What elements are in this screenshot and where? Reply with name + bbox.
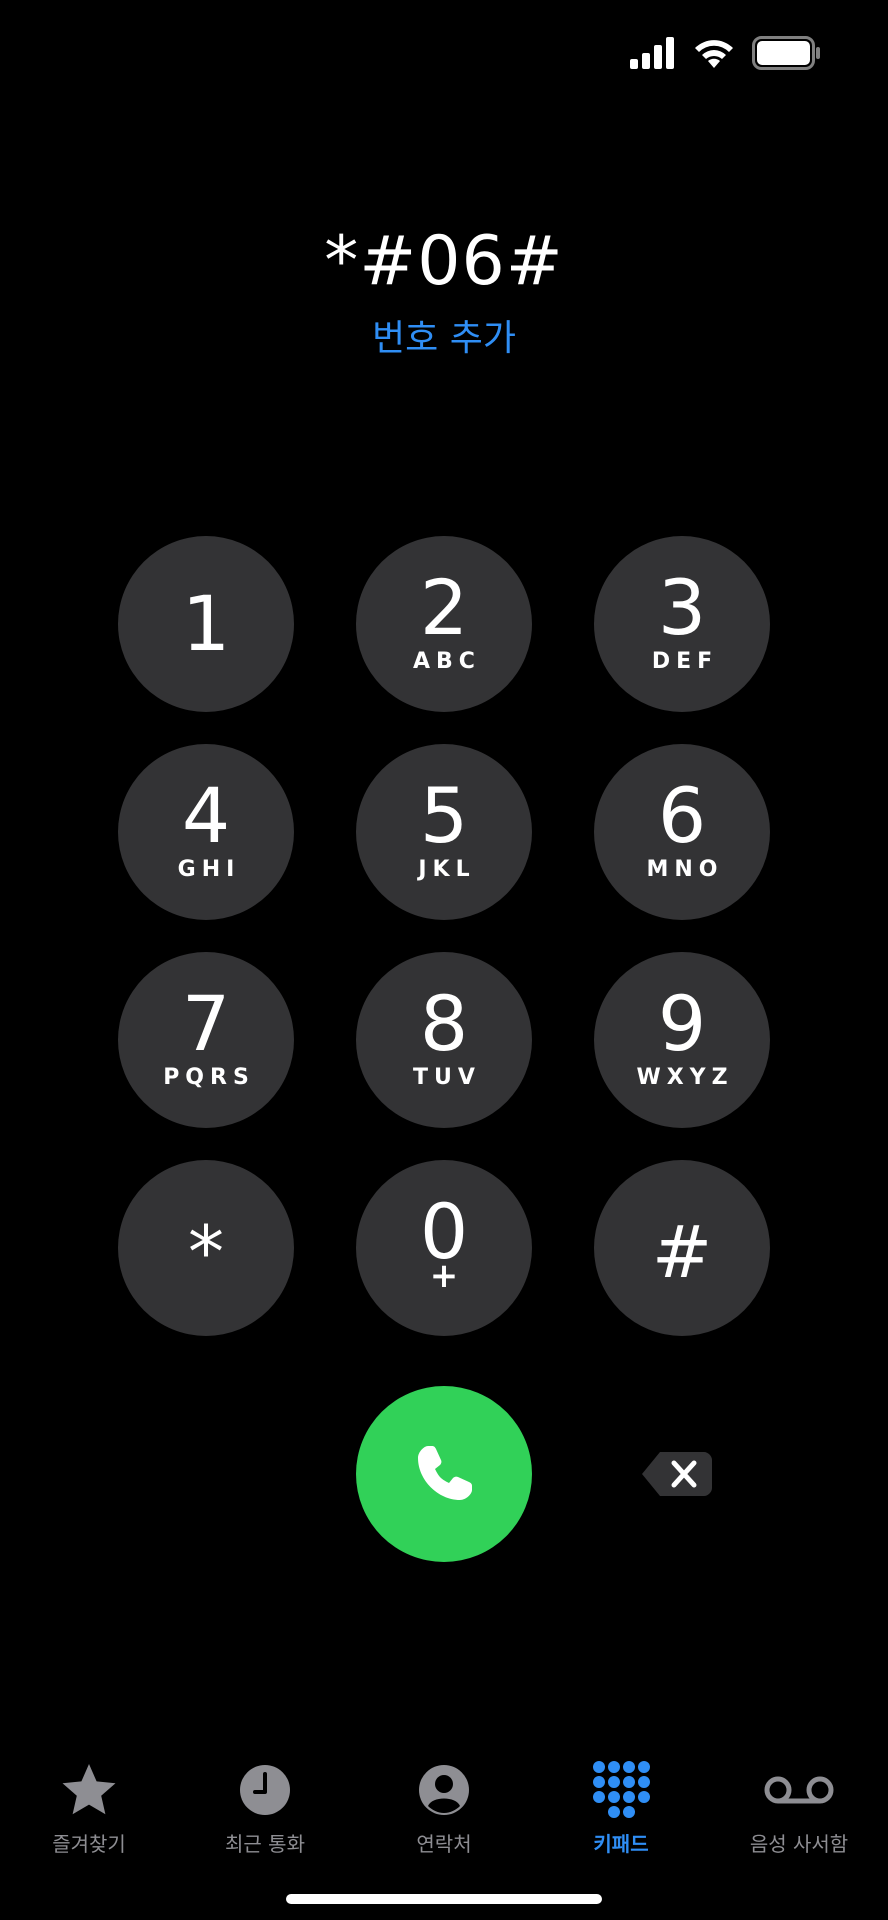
status-bar: [628, 30, 822, 76]
key-8[interactable]: 8 TUV: [356, 952, 532, 1128]
key-digit: 9: [657, 979, 707, 1068]
tab-recents[interactable]: 최근 통화: [190, 1752, 340, 1862]
key-letters: ABC: [413, 649, 481, 674]
tab-voicemail[interactable]: 음성 사서함: [724, 1752, 874, 1862]
tab-contacts[interactable]: 연락처: [369, 1752, 519, 1862]
key-letters: TUV: [413, 1065, 481, 1090]
key-4[interactable]: 4 GHI: [118, 744, 294, 920]
key-digit: 4: [181, 771, 231, 860]
key-letters: GHI: [177, 857, 241, 882]
key-0[interactable]: 0 +: [356, 1160, 532, 1336]
key-digit: 3: [657, 563, 707, 652]
key-3[interactable]: 3 DEF: [594, 536, 770, 712]
key-digit: #: [651, 1210, 713, 1294]
tab-label: 연락처: [416, 1832, 472, 1856]
key-letters: MNO: [646, 857, 724, 882]
key-digit: *: [188, 1210, 224, 1294]
key-letters: +: [429, 1256, 459, 1296]
delete-button[interactable]: [640, 1446, 716, 1502]
tab-label: 키패드: [593, 1832, 649, 1856]
phone-icon: [418, 1446, 472, 1500]
keypad-icon: [593, 1761, 650, 1818]
voicemail-icon: [764, 1776, 834, 1804]
key-digit: 6: [657, 771, 707, 860]
dialed-number-display: *#06#: [324, 222, 564, 301]
key-7[interactable]: 7 PQRS: [118, 952, 294, 1128]
tab-keypad[interactable]: 키패드: [546, 1752, 696, 1862]
cellular-signal-icon: [630, 37, 674, 69]
backspace-icon: [642, 1452, 712, 1496]
call-button[interactable]: [356, 1386, 532, 1562]
key-1[interactable]: 1: [118, 536, 294, 712]
tab-label: 최근 통화: [225, 1832, 305, 1856]
key-letters: DEF: [651, 649, 719, 674]
key-2[interactable]: 2 ABC: [356, 536, 532, 712]
key-5[interactable]: 5 JKL: [356, 744, 532, 920]
tab-label: 즐겨찾기: [52, 1832, 126, 1856]
home-indicator[interactable]: [286, 1894, 602, 1904]
key-digit: 7: [181, 979, 231, 1068]
person-icon: [419, 1765, 469, 1815]
key-letters: PQRS: [163, 1065, 255, 1090]
clock-icon: [240, 1765, 290, 1815]
key-digit: 5: [419, 771, 469, 860]
add-number-link[interactable]: 번호 추가: [0, 316, 888, 362]
key-digit: 1: [181, 579, 231, 668]
key-digit: 2: [419, 563, 469, 652]
key-letters: WXYZ: [636, 1065, 734, 1090]
key-hash[interactable]: #: [594, 1160, 770, 1336]
key-letters: JKL: [418, 857, 476, 882]
key-6[interactable]: 6 MNO: [594, 744, 770, 920]
wifi-icon: [695, 40, 733, 68]
key-digit: 8: [419, 979, 469, 1068]
star-icon: [62, 1764, 116, 1815]
battery-icon: [752, 36, 820, 70]
keypad: 1 2 ABC 3 DEF 4 GHI 5 JKL 6 MNO 7 PQRS 8…: [118, 536, 770, 1336]
key-9[interactable]: 9 WXYZ: [594, 952, 770, 1128]
tab-bar: 즐겨찾기 최근 통화 연락처 키패드 음성 사서함: [0, 1752, 888, 1862]
tab-favorites[interactable]: 즐겨찾기: [14, 1752, 164, 1862]
key-star[interactable]: *: [118, 1160, 294, 1336]
tab-label: 음성 사서함: [749, 1832, 849, 1856]
